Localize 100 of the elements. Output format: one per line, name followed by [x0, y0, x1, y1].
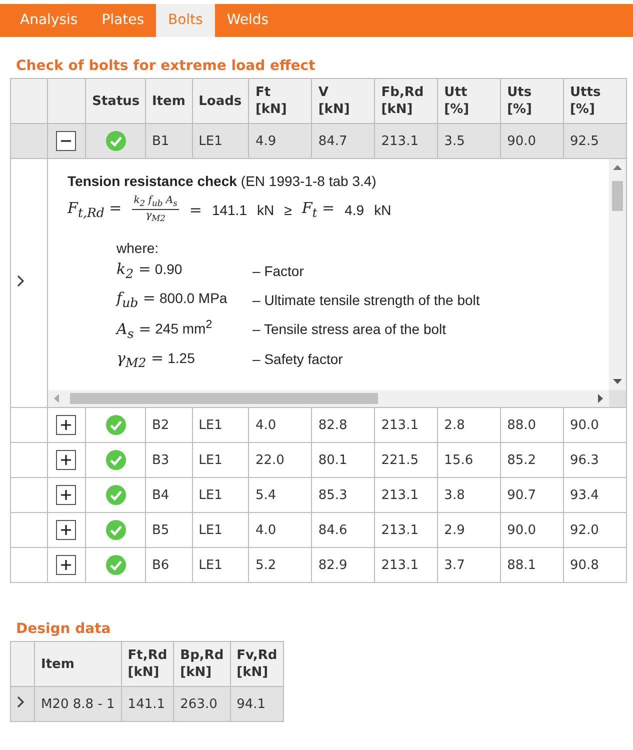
chevron-right-icon: [17, 275, 25, 287]
table-cell: 93.4: [563, 478, 626, 512]
plus-icon: [60, 419, 72, 431]
table-cell: 82.9: [312, 548, 375, 582]
fraction: k$_{2}$ f$_{ub}$ A$_{s}$ γ$_{M2}$: [132, 195, 180, 224]
table-cell: 85.3: [312, 478, 375, 512]
table-cell: 80.1: [312, 442, 375, 478]
formula-symbol: γ$_{M2}$ =: [116, 348, 164, 370]
column-header: Uts [%]: [500, 78, 564, 124]
scroll-down-icon: [613, 379, 622, 384]
scrollbar-thumb[interactable]: [70, 393, 378, 404]
table-cell: 2.9: [438, 512, 501, 548]
formula-symbol: A$_{s}$ =: [116, 320, 152, 341]
table-cell: 263.0: [174, 686, 230, 722]
table-cell: 3.5: [438, 124, 501, 158]
scroll-up-icon: [613, 165, 622, 170]
formula-symbol: f$_{ub}$ =: [116, 289, 156, 310]
definition-text: – Factor: [252, 262, 305, 278]
scrollbar-thumb[interactable]: [612, 181, 623, 211]
formula-value: 141.1: [212, 202, 247, 218]
section-title: Design data: [16, 621, 112, 637]
expand-button[interactable]: [56, 450, 76, 470]
where-label: where:: [116, 240, 160, 256]
table-cell: LE1: [192, 124, 249, 158]
column-header: Fv,Rd [kN]: [230, 642, 284, 686]
collapse-button[interactable]: [56, 131, 76, 151]
expand-button[interactable]: [56, 485, 76, 505]
table-cell: LE1: [192, 442, 249, 478]
table-cell: LE1: [192, 408, 249, 442]
table-cell: LE1: [192, 478, 249, 512]
table-cell: 90.8: [563, 548, 626, 582]
plus-icon: [60, 489, 72, 501]
table-cell: 3.7: [438, 548, 501, 582]
detail-heading: Tension resistance check: [68, 173, 237, 189]
table-cell: 2.8: [438, 408, 501, 442]
table-cell: B4: [145, 478, 192, 512]
formula-value: 800.0 MPa: [160, 290, 228, 306]
table-cell: 221.5: [374, 442, 438, 478]
table-cell: 92.0: [563, 512, 626, 548]
table-cell: LE1: [192, 512, 249, 548]
table-cell: B2: [145, 408, 192, 442]
expand-button[interactable]: [56, 415, 76, 435]
table-cell: 213.1: [374, 408, 438, 442]
column-header: Loads: [192, 78, 249, 124]
column-header: Item: [145, 78, 192, 124]
formula-symbol: k$_{2}$ =: [116, 260, 151, 281]
chevron-right-icon: [17, 696, 25, 708]
table-cell: 90.0: [563, 408, 626, 442]
scrollbar-corner: [609, 390, 626, 407]
table-cell: 141.1: [121, 686, 174, 722]
column-header: Status: [86, 78, 146, 124]
expand-button[interactable]: [56, 520, 76, 540]
column-header: Bp,Rd [kN]: [174, 642, 230, 686]
formula-symbol: =: [189, 200, 202, 218]
table-cell: 5.4: [248, 478, 312, 512]
table-cell: 92.5: [563, 124, 626, 158]
plus-icon: [60, 559, 72, 571]
formula-unit: kN: [257, 202, 274, 218]
tab[interactable]: Welds: [214, 4, 281, 37]
definition-text: – Safety factor: [252, 351, 344, 368]
table-cell: 5.2: [248, 548, 312, 582]
formula-unit: kN: [374, 202, 392, 218]
table-cell: 96.3: [563, 442, 626, 478]
table-cell: 4.0: [248, 408, 312, 442]
tab[interactable]: Bolts: [156, 4, 215, 37]
table-cell: 213.1: [374, 124, 438, 158]
table-cell: 90.7: [500, 478, 564, 512]
scroll-right-icon: [598, 394, 603, 403]
table-cell: 84.6: [312, 512, 375, 548]
horizontal-scrollbar[interactable]: [48, 390, 609, 407]
column-header: Ft,Rd [kN]: [121, 642, 174, 686]
table-cell: B6: [145, 548, 192, 582]
tab[interactable]: Plates: [90, 4, 156, 37]
table-cell: B3: [145, 442, 192, 478]
formula-symbol: F$_{t,Rd}$ =: [68, 199, 122, 220]
vertical-scrollbar[interactable]: [609, 159, 626, 390]
formula-symbol: ≥: [284, 202, 292, 218]
definition-text: – Tensile stress area of the bolt: [252, 321, 448, 338]
plus-icon: [60, 454, 72, 466]
table-cell: M20 8.8 - 1: [34, 686, 122, 722]
expand-button[interactable]: [56, 555, 76, 575]
table-cell: B1: [145, 124, 192, 158]
table-cell: 82.8: [312, 408, 375, 442]
definition-text: – Ultimate tensile strength of the bolt: [252, 292, 481, 308]
table-cell: 213.1: [374, 512, 438, 548]
column-header: Fb,Rd [kN]: [374, 78, 438, 124]
table-cell: 85.2: [500, 442, 564, 478]
table-cell: 3.8: [438, 478, 501, 512]
tab[interactable]: Analysis: [8, 4, 90, 37]
table-cell: 15.6: [438, 442, 501, 478]
table-cell: 84.7: [312, 124, 375, 158]
table-cell: 4.9: [248, 124, 312, 158]
column-header: Utt [%]: [438, 78, 501, 124]
column-header: Ft [kN]: [248, 78, 312, 124]
table-cell: 88.0: [500, 408, 564, 442]
formula-value: 1.25: [168, 350, 195, 366]
column-header: Utts [%]: [563, 78, 626, 124]
plus-icon: [60, 524, 72, 536]
table-cell: 213.1: [374, 548, 438, 582]
table-cell: LE1: [192, 548, 249, 582]
